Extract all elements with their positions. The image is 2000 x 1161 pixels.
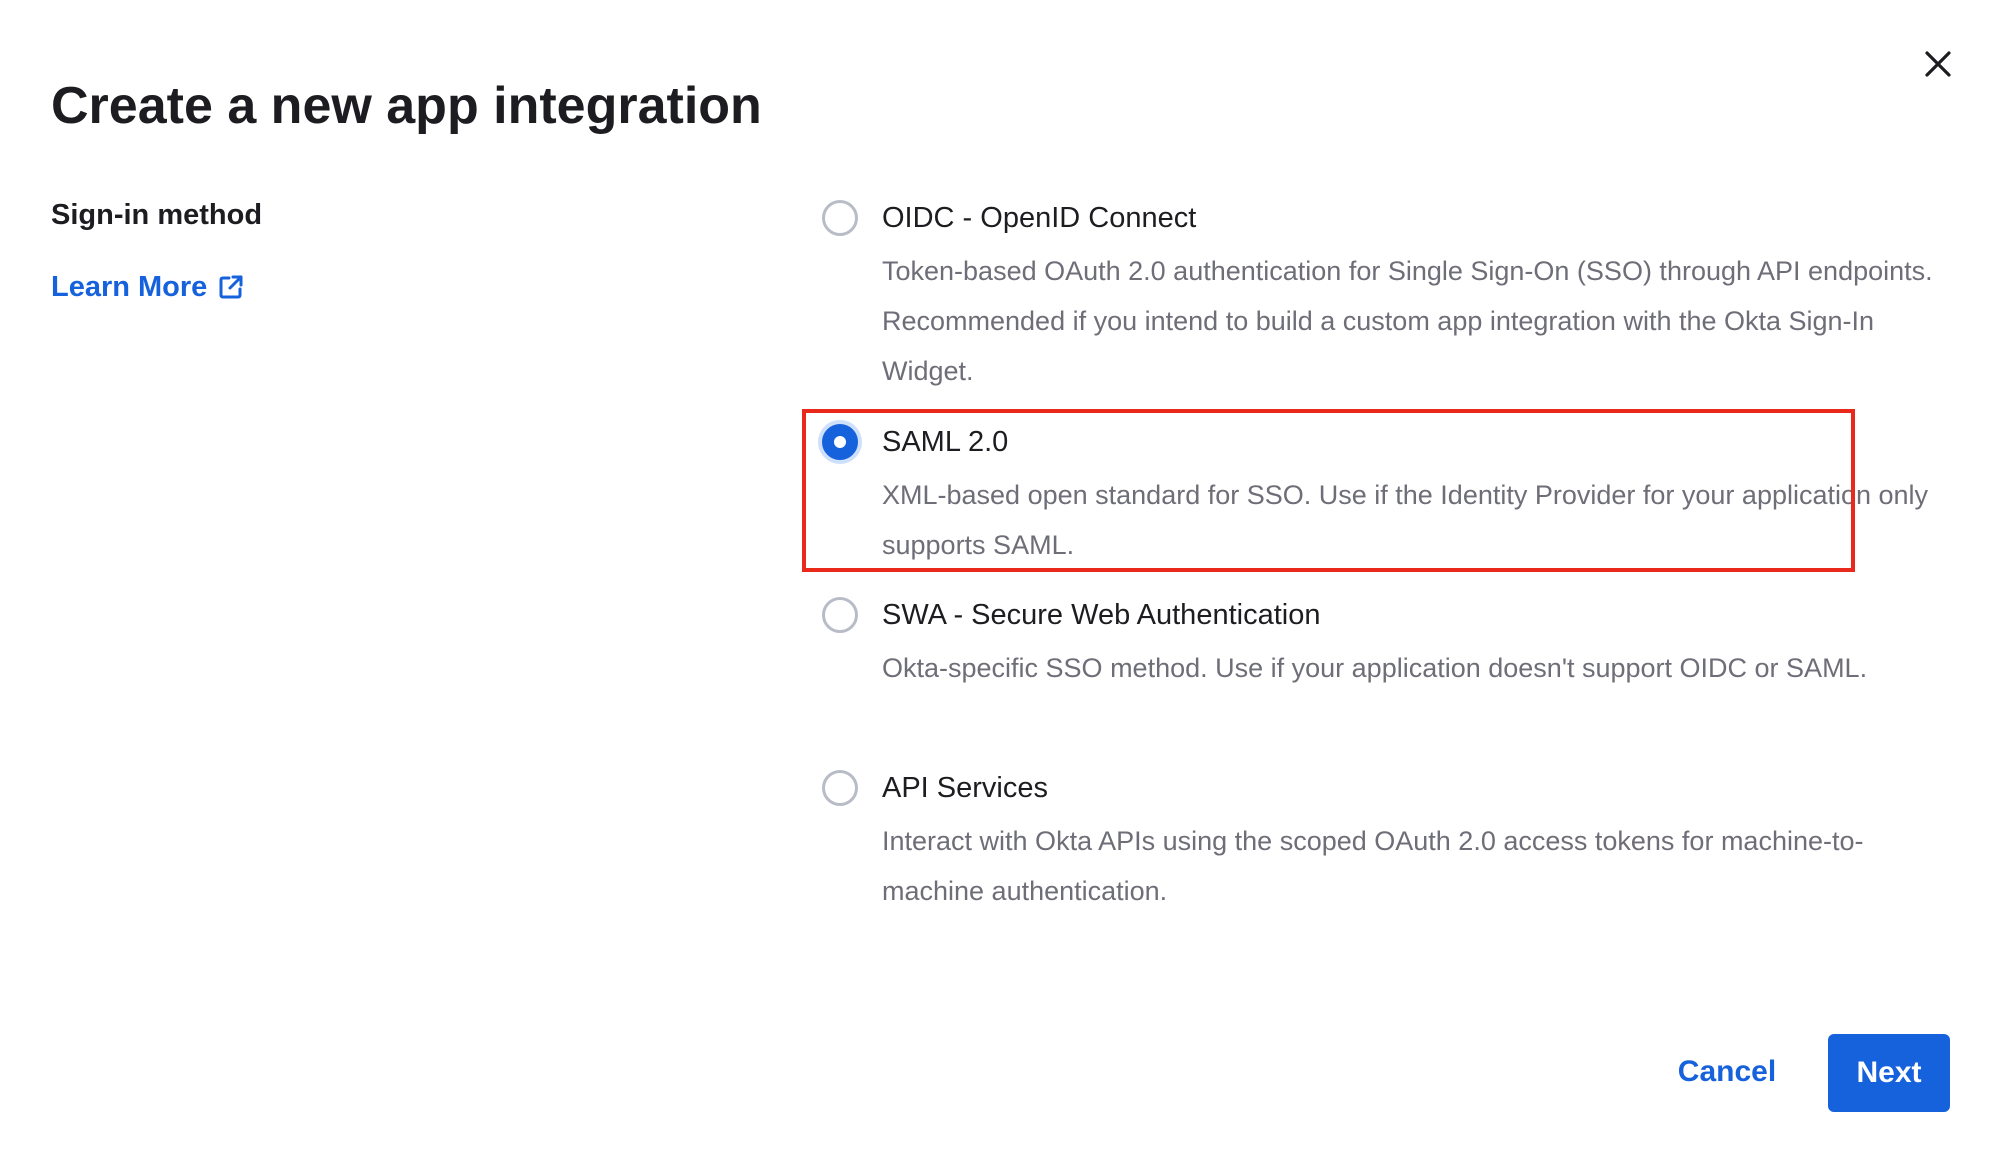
option-title: OIDC - OpenID Connect: [882, 202, 1197, 234]
option-title: SWA - Secure Web Authentication: [882, 599, 1321, 631]
external-link-icon: [219, 275, 243, 299]
learn-more-label: Learn More: [51, 271, 208, 303]
cancel-button[interactable]: Cancel: [1660, 1036, 1794, 1108]
radio-saml[interactable]: [822, 424, 858, 460]
close-button[interactable]: [1918, 44, 1958, 84]
radio-oidc[interactable]: [822, 200, 858, 236]
option-description: Interact with Okta APIs using the scoped…: [882, 826, 1864, 906]
option-description: Okta-specific SSO method. Use if your ap…: [882, 653, 1868, 683]
next-button[interactable]: Next: [1828, 1034, 1950, 1112]
close-icon: [1925, 51, 1951, 77]
option-description: XML-based open standard for SSO. Use if …: [882, 480, 1929, 560]
create-app-integration-dialog: Create a new app integration Sign-in met…: [0, 0, 2000, 1161]
learn-more-link[interactable]: Learn More: [51, 270, 245, 304]
option-title: SAML 2.0: [882, 426, 1009, 458]
page-title: Create a new app integration: [51, 77, 762, 135]
sign-in-method-label: Sign-in method: [51, 199, 263, 231]
radio-swa[interactable]: [822, 597, 858, 633]
option-title: API Services: [882, 772, 1048, 804]
radio-api-services[interactable]: [822, 770, 858, 806]
option-description: Token-based OAuth 2.0 authentication for…: [882, 256, 1933, 386]
